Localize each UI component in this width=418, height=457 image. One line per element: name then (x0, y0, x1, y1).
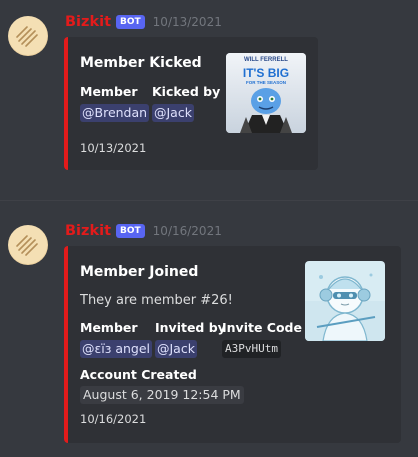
username[interactable]: Bizkit (65, 14, 111, 30)
user-mention[interactable]: @Jack (152, 104, 194, 122)
username[interactable]: Bizkit (65, 223, 111, 239)
embed-thumbnail[interactable]: WILL FERRELL IT'S BIG FOR THE SEASON (226, 53, 306, 133)
bot-badge: BOT (116, 224, 145, 238)
embed-title: Member Kicked (80, 55, 202, 71)
field-name: Member (80, 84, 138, 99)
field-name: Kicked by (152, 84, 221, 99)
bot-badge: BOT (116, 15, 145, 29)
field-name: Account Created (80, 367, 197, 382)
field-member: Member @εïз angel (80, 320, 153, 358)
account-created-date: August 6, 2019 12:54 PM (80, 386, 244, 404)
thumb-top-text: WILL FERRELL (244, 57, 288, 63)
embed-footer: 10/16/2021 (80, 412, 147, 426)
user-avatar-thumbnail[interactable] (305, 261, 385, 341)
field-name: Member (80, 320, 138, 335)
bot-avatar-icon[interactable] (8, 16, 48, 56)
embed-member-joined: Member Joined They are member #26! Membe… (64, 246, 401, 443)
thumb-big-text: IT'S BIG (243, 66, 289, 80)
message-2: Bizkit BOT 10/16/2021 Member Joined They… (0, 210, 418, 455)
field-name: Invite Code (222, 320, 302, 335)
message-1: Bizkit BOT 10/13/2021 Member Kicked Memb… (0, 0, 418, 185)
user-mention[interactable]: @εïз angel (80, 340, 153, 358)
field-name: Invited by (155, 320, 226, 335)
field-invite-code: Invite Code A3PvHUtm (222, 320, 302, 358)
message-header: Bizkit BOT 10/16/2021 (65, 221, 222, 241)
embed-title: Member Joined (80, 264, 199, 280)
embed-description: They are member #26! (80, 293, 233, 308)
field-account-created: Account Created August 6, 2019 12:54 PM (80, 367, 244, 404)
message-timestamp: 10/13/2021 (152, 15, 222, 29)
invite-code: A3PvHUtm (222, 340, 281, 358)
embed-footer: 10/13/2021 (80, 141, 147, 155)
thumb-small-text: FOR THE SEASON (246, 80, 286, 85)
field-member: Member @Brendan (80, 84, 150, 122)
user-mention[interactable]: @Brendan (80, 104, 150, 122)
user-mention[interactable]: @Jack (155, 340, 197, 358)
message-timestamp: 10/16/2021 (152, 224, 222, 238)
embed-member-kicked: Member Kicked Member @Brendan Kicked by … (64, 37, 318, 170)
message-header: Bizkit BOT 10/13/2021 (65, 12, 222, 32)
bot-avatar-icon[interactable] (8, 225, 48, 265)
field-invited-by: Invited by @Jack (155, 320, 226, 358)
field-kicked-by: Kicked by @Jack (152, 84, 220, 122)
message-divider (0, 200, 418, 201)
